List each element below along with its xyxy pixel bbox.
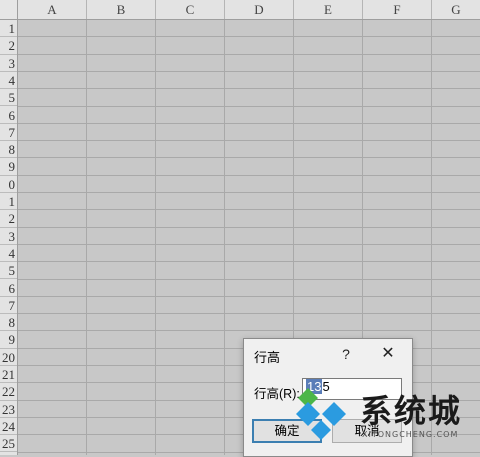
row-header[interactable]: 5 — [0, 89, 17, 107]
row-gridline — [18, 53, 480, 55]
row-height-label: 行高(R): — [254, 387, 300, 401]
column-header[interactable]: C — [156, 0, 225, 19]
row-header[interactable]: 8 — [0, 141, 17, 159]
row-height-dialog: 行高 ? ✕ 行高(R): 135 确定 取消 — [243, 338, 413, 457]
row-header[interactable]: 7 — [0, 124, 17, 142]
row-header[interactable]: 6 — [0, 280, 17, 297]
row-gridline — [18, 243, 480, 245]
row-gridline — [18, 261, 480, 263]
column-header[interactable]: A — [18, 0, 87, 19]
row-header[interactable]: 9 — [0, 331, 17, 349]
column-gridline — [155, 20, 156, 455]
row-header[interactable]: 25 — [0, 435, 17, 453]
row-height-rest-text: 5 — [322, 379, 330, 394]
row-gridline — [18, 330, 480, 332]
ok-button[interactable]: 确定 — [252, 419, 322, 443]
row-gridline — [18, 122, 480, 124]
column-header-row: ABCDEFG — [0, 0, 480, 20]
row-gridline — [18, 88, 480, 90]
row-header[interactable]: 1 — [0, 20, 17, 38]
row-header[interactable]: 5 — [0, 262, 17, 280]
row-gridline — [18, 36, 480, 38]
row-header[interactable]: 3 — [0, 55, 17, 72]
column-header[interactable]: E — [294, 0, 363, 19]
row-gridline — [18, 313, 480, 315]
row-header[interactable]: 9 — [0, 158, 17, 176]
row-gridline — [18, 105, 480, 107]
row-gridline — [18, 226, 480, 228]
row-header[interactable]: 8 — [0, 314, 17, 332]
row-header[interactable]: 7 — [0, 297, 17, 315]
column-header[interactable]: D — [225, 0, 294, 19]
row-header[interactable]: 20 — [0, 349, 17, 366]
help-button[interactable]: ? — [336, 343, 356, 365]
cancel-button[interactable]: 取消 — [332, 419, 402, 443]
dialog-title: 行高 — [254, 350, 281, 365]
row-gridline — [18, 192, 480, 193]
row-gridline — [18, 174, 480, 176]
row-header[interactable]: 6 — [0, 107, 17, 124]
column-header[interactable]: F — [363, 0, 432, 19]
row-gridline — [18, 278, 480, 280]
row-height-selected-text: 13 — [306, 379, 323, 394]
row-gridline — [18, 140, 480, 142]
row-header[interactable]: 21 — [0, 366, 17, 384]
row-gridline — [18, 209, 480, 211]
row-header[interactable]: 0 — [0, 176, 17, 193]
column-gridline — [86, 20, 87, 455]
row-header[interactable]: 23 — [0, 401, 17, 418]
row-header[interactable]: 2 — [0, 37, 17, 55]
row-header[interactable]: 24 — [0, 418, 17, 436]
row-header[interactable]: 2 — [0, 210, 17, 228]
row-gridline — [18, 295, 480, 297]
select-all-corner[interactable] — [0, 0, 18, 19]
row-header[interactable]: 4 — [0, 72, 17, 90]
column-header[interactable]: B — [87, 0, 156, 19]
column-gridline — [224, 20, 225, 455]
row-header[interactable]: 4 — [0, 245, 17, 263]
row-height-input[interactable]: 135 — [302, 378, 402, 400]
row-header[interactable]: 1 — [0, 193, 17, 211]
row-header[interactable]: 22 — [0, 383, 17, 401]
close-button[interactable]: ✕ — [376, 343, 400, 365]
column-gridline — [431, 20, 432, 455]
row-header[interactable]: 3 — [0, 228, 17, 245]
row-gridline — [18, 157, 480, 159]
column-header[interactable]: G — [432, 0, 480, 19]
row-gridline — [18, 70, 480, 72]
row-header-column: 1 2 3 4 5 6 7 8 9 0 1 2 3 4 5 6 7 8 9 20 21 22 23 24 25 — [0, 20, 18, 455]
